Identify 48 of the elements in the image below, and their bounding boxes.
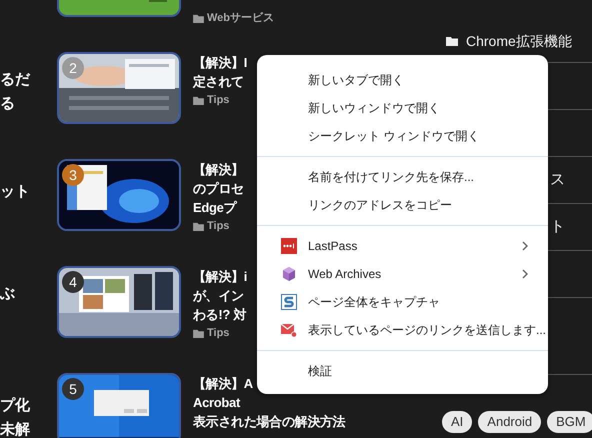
menu-item[interactable]: 新しいタブで開く (257, 66, 548, 94)
category-label[interactable]: Tips (207, 325, 230, 341)
article-title[interactable]: 【解決】I (193, 53, 248, 72)
sidebar-link[interactable]: ト (550, 217, 565, 237)
category-label[interactable]: Tips (207, 92, 230, 108)
menu-item[interactable]: シークレット ウィンドウで開く (257, 122, 548, 150)
capture-icon (281, 294, 297, 310)
article-title[interactable]: 【解決】 (193, 160, 244, 179)
mail-icon (281, 322, 297, 338)
menu-item[interactable]: 新しいウィンドウで開く (257, 94, 548, 122)
folder-icon (446, 36, 458, 46)
article-title[interactable]: Edgeプ (193, 198, 244, 217)
article-title[interactable]: わる!? 対 (193, 305, 248, 324)
thumbnail[interactable]: 3 (57, 159, 181, 231)
article-title[interactable]: る (0, 92, 57, 116)
article-title[interactable]: のプロセ (193, 179, 244, 198)
thumbnail[interactable]: 5 (57, 373, 181, 438)
tag-chip[interactable]: Android (478, 411, 542, 433)
article-title[interactable]: 定されて (193, 72, 248, 91)
category-heading[interactable]: Chrome拡張機能 (466, 31, 572, 51)
menu-item[interactable]: LastPass (257, 232, 548, 260)
article-title[interactable]: ット (0, 180, 57, 204)
menu-item[interactable]: 表示しているページのリンクを送信します... (257, 316, 548, 344)
article-title[interactable]: 【解決】i (193, 267, 248, 286)
thumbnail[interactable]: 4 (57, 266, 181, 338)
category-label[interactable]: Tips (207, 218, 230, 234)
article-title[interactable]: 未解 (0, 418, 57, 438)
folder-icon (193, 328, 204, 338)
tag-chip[interactable]: BGM (547, 411, 592, 433)
tag-chip[interactable]: AI (442, 411, 472, 433)
dots-icon (281, 238, 297, 254)
article-title[interactable]: ぶ (0, 282, 57, 306)
article-title[interactable]: プ化 (0, 394, 57, 418)
sidebar-link[interactable]: ス (550, 170, 565, 190)
cube-icon (281, 266, 297, 282)
menu-item[interactable]: Web Archives (257, 260, 548, 288)
category-label[interactable]: Webサービス (207, 10, 274, 26)
folder-icon (193, 14, 204, 22)
article-title[interactable]: が、イン (193, 286, 248, 305)
menu-item[interactable]: リンクのアドレスをコピー (257, 191, 548, 219)
article-title[interactable]: るだ (0, 68, 57, 92)
menu-item[interactable]: 名前を付けてリンク先を保存... (257, 163, 548, 191)
menu-item[interactable]: ページ全体をキャプチャ (257, 288, 548, 316)
menu-item[interactable]: 検証 (257, 357, 548, 385)
folder-icon (193, 96, 204, 104)
article-title[interactable]: Acrobat (193, 393, 346, 412)
folder-icon (193, 222, 204, 230)
article-title[interactable]: 表示された場合の解決方法 (193, 412, 346, 431)
